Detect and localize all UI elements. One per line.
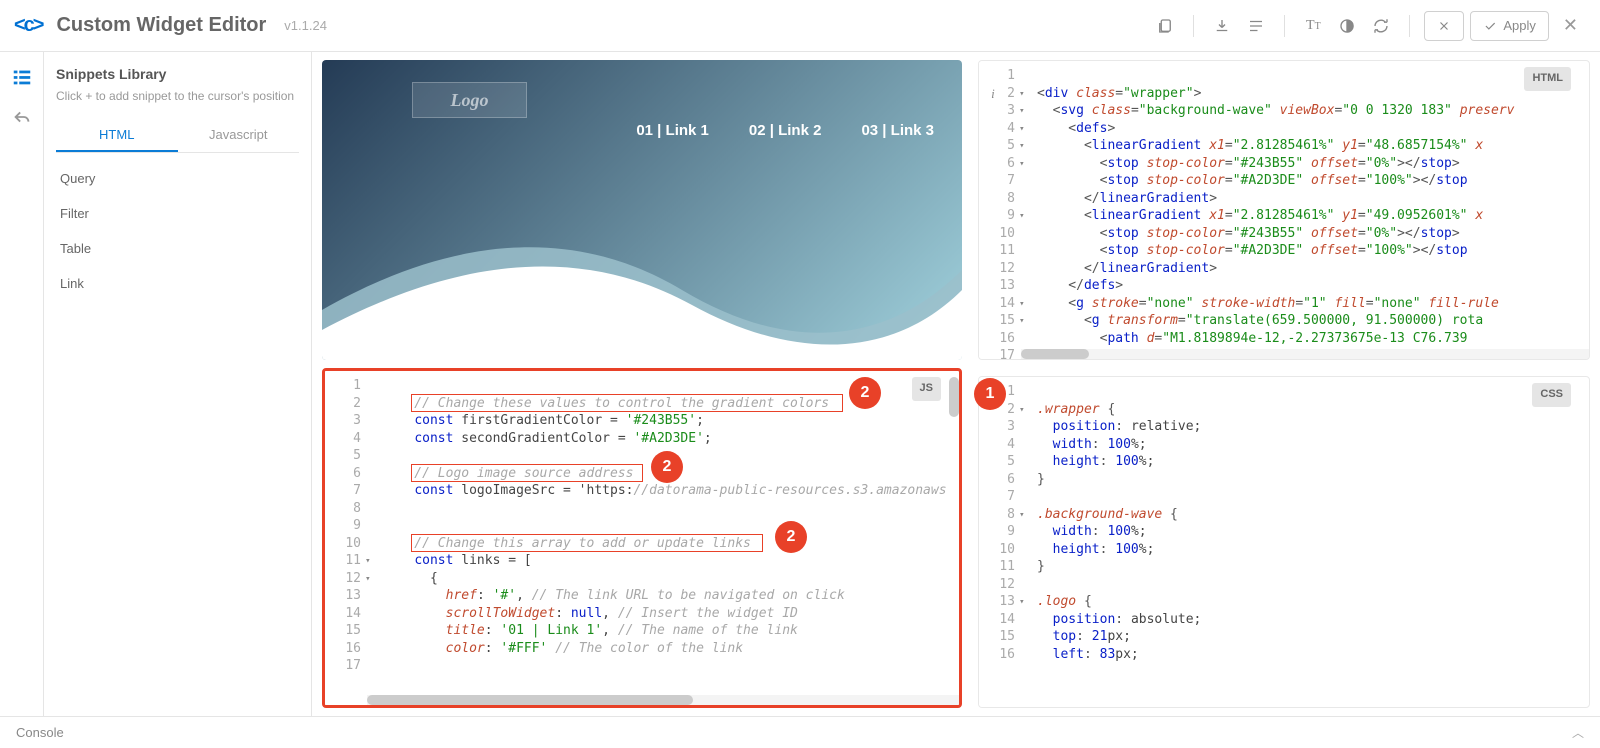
annotation-marker-1: 1	[974, 378, 1006, 410]
preview-logo: Logo	[412, 82, 527, 118]
js-editor[interactable]: JS 1234567891011121314151617 // Change t…	[322, 368, 962, 708]
left-column: Logo 01 | Link 1 02 | Link 2 03 | Link 3…	[322, 60, 962, 708]
css-code[interactable]: .wrapper { position: relative; width: 10…	[1029, 377, 1589, 707]
snippet-filter[interactable]: Filter	[56, 196, 299, 231]
annotation-marker-2b: 2	[651, 451, 683, 483]
topbar: <c> Custom Widget Editor v1.1.24 TT Appl…	[0, 0, 1600, 52]
annotation-marker-2c: 2	[775, 521, 807, 553]
brand-icon: <c>	[14, 14, 42, 37]
preview-wave	[322, 200, 962, 360]
css-editor[interactable]: CSS 12345678910111213141516 .wrapper { p…	[978, 376, 1590, 708]
preview-link-3[interactable]: 03 | Link 3	[861, 122, 934, 139]
contrast-icon[interactable]	[1333, 12, 1361, 40]
snippets-panel: Snippets Library Click + to add snippet …	[44, 52, 312, 716]
widget-preview: Logo 01 | Link 1 02 | Link 2 03 | Link 3	[322, 60, 962, 360]
console-panel[interactable]: Console ︿	[0, 716, 1600, 748]
console-label: Console	[16, 725, 64, 740]
main: Logo 01 | Link 1 02 | Link 2 03 | Link 3…	[312, 52, 1600, 716]
js-code[interactable]: // Change these values to control the gr…	[375, 371, 959, 705]
snippets-tabs: HTML Javascript	[56, 119, 299, 153]
left-rail	[0, 52, 44, 716]
app-root: <c> Custom Widget Editor v1.1.24 TT Appl…	[0, 0, 1600, 748]
html-gutter: 1234567891011121314151617	[979, 61, 1021, 359]
clipboard-icon[interactable]	[1151, 12, 1179, 40]
snippets-subtitle: Click + to add snippet to the cursor's p…	[56, 88, 299, 105]
undo-icon[interactable]	[11, 106, 33, 128]
html-code[interactable]: <div class="wrapper"> <svg class="backgr…	[1029, 61, 1589, 359]
snippet-query[interactable]: Query	[56, 161, 299, 196]
css-gutter: 12345678910111213141516	[979, 377, 1021, 707]
snippets-list: Query Filter Table Link	[56, 161, 299, 301]
preview-link-1[interactable]: 01 | Link 1	[636, 122, 709, 139]
cancel-button[interactable]	[1424, 11, 1464, 41]
tab-javascript[interactable]: Javascript	[178, 119, 300, 152]
js-scrollbar-v[interactable]	[949, 371, 959, 705]
js-scrollbar-h[interactable]	[367, 695, 959, 705]
html-badge: HTML	[1524, 67, 1571, 91]
annotation-marker-2a: 2	[849, 377, 881, 409]
css-badge: CSS	[1532, 383, 1571, 407]
preview-link-2[interactable]: 02 | Link 2	[749, 122, 822, 139]
js-badge: JS	[912, 377, 941, 401]
snippet-link[interactable]: Link	[56, 266, 299, 301]
close-icon[interactable]: ✕	[1555, 11, 1586, 40]
html-scrollbar-h[interactable]	[1021, 349, 1589, 359]
preview-links: 01 | Link 1 02 | Link 2 03 | Link 3	[636, 122, 934, 139]
version-label: v1.1.24	[284, 18, 327, 33]
toolbar: TT Apply ✕	[1151, 11, 1586, 41]
refresh-icon[interactable]	[1367, 12, 1395, 40]
apply-button[interactable]: Apply	[1470, 11, 1549, 41]
text-size-icon[interactable]: TT	[1299, 12, 1327, 40]
snippet-table[interactable]: Table	[56, 231, 299, 266]
html-editor[interactable]: HTML 1234567891011121314151617 <div clas…	[978, 60, 1590, 360]
tab-html[interactable]: HTML	[56, 119, 178, 152]
body: Snippets Library Click + to add snippet …	[0, 52, 1600, 716]
chevron-up-icon[interactable]: ︿	[1572, 724, 1584, 741]
list-icon[interactable]	[1242, 12, 1270, 40]
page-title: Custom Widget Editor	[56, 14, 266, 37]
snippets-icon[interactable]	[11, 66, 33, 88]
right-column: 1 HTML 1234567891011121314151617 <div cl…	[978, 60, 1590, 708]
snippets-title: Snippets Library	[56, 66, 299, 82]
js-gutter: 1234567891011121314151617	[325, 371, 367, 705]
download-icon[interactable]	[1208, 12, 1236, 40]
